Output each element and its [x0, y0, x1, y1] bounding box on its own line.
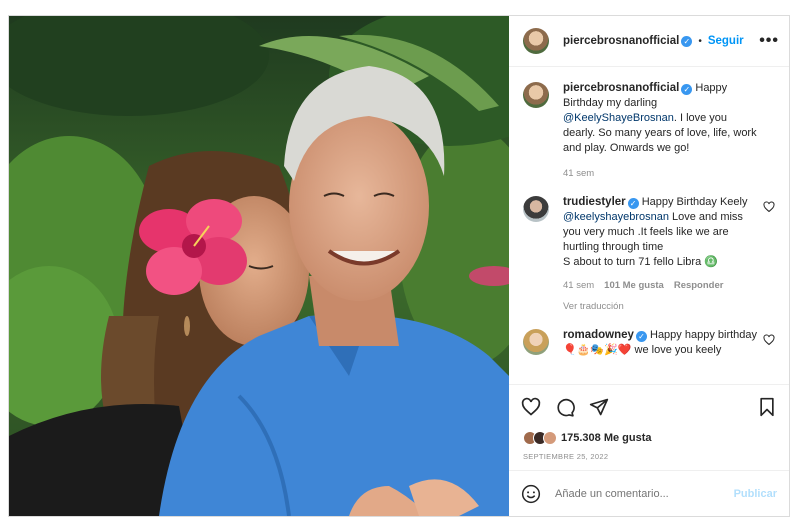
follow-button[interactable]: Seguir [708, 35, 744, 47]
mention-link[interactable]: @keelyshayebrosnan [563, 211, 669, 223]
see-translation-link[interactable]: Ver traducción [563, 299, 761, 314]
instagram-post-modal: piercebrosnanofficial ✓ • Seguir ••• pie… [8, 15, 790, 517]
comment-item: trudiestyler ✓ Happy Birthday Keely @keel… [523, 195, 775, 314]
reply-button[interactable]: Responder [674, 278, 724, 293]
verified-icon: ✓ [635, 331, 647, 342]
avatar[interactable] [523, 82, 549, 108]
comment-likes[interactable]: 101 Me gusta [604, 278, 664, 293]
comment-text: Happy Birthday Keely [641, 196, 748, 208]
liker-avatar [543, 431, 557, 445]
comment-username[interactable]: piercebrosnanofficial [563, 82, 679, 94]
comment-username[interactable]: trudiestyler [563, 196, 626, 208]
comments-list[interactable]: piercebrosnanofficial ✓ Happy Birthday my… [509, 67, 789, 384]
mention-link[interactable]: @KeelyShayeBrosnan [563, 112, 674, 124]
comment-icon[interactable] [555, 397, 575, 417]
separator-dot: • [698, 35, 702, 47]
comment-input[interactable] [555, 487, 734, 500]
publish-button[interactable]: Publicar [734, 488, 777, 500]
author-avatar[interactable] [523, 28, 549, 54]
bookmark-icon[interactable] [757, 397, 777, 417]
post-panel: piercebrosnanofficial ✓ • Seguir ••• pie… [509, 16, 789, 516]
heart-icon[interactable] [521, 397, 541, 417]
author-username[interactable]: piercebrosnanofficial [563, 35, 679, 47]
post-header: piercebrosnanofficial ✓ • Seguir ••• [509, 16, 789, 67]
verified-icon: ✓ [627, 198, 639, 209]
post-photo[interactable] [9, 16, 509, 516]
likes-count[interactable]: 175.308 Me gusta [561, 432, 652, 444]
verified-icon: ✓ [681, 35, 693, 47]
action-bar [509, 384, 789, 428]
comment-time[interactable]: 41 sem [563, 278, 594, 293]
caption: piercebrosnanofficial ✓ Happy Birthday my… [523, 81, 775, 181]
comment-text-line2: S about to turn 71 fello Libra ♎ [563, 256, 718, 268]
comment-username[interactable]: romadowney [563, 329, 634, 341]
likes-row[interactable]: 175.308 Me gusta [509, 428, 789, 448]
heart-icon[interactable] [763, 334, 775, 346]
post-image [9, 16, 509, 516]
comment-item: romadowney ✓ Happy happy birthday 🎈🎂🎭🎉❤️ … [523, 328, 775, 358]
avatar[interactable] [523, 329, 549, 355]
add-comment-bar: Publicar [509, 470, 789, 516]
more-options-icon[interactable]: ••• [759, 32, 779, 50]
post-date[interactable]: SEPTIEMBRE 25, 2022 [509, 448, 789, 470]
emoji-icon[interactable] [521, 484, 541, 504]
comment-time[interactable]: 41 sem [563, 166, 594, 181]
heart-icon[interactable] [763, 201, 775, 213]
avatar[interactable] [523, 196, 549, 222]
verified-icon: ✓ [681, 84, 693, 95]
share-icon[interactable] [589, 397, 609, 417]
